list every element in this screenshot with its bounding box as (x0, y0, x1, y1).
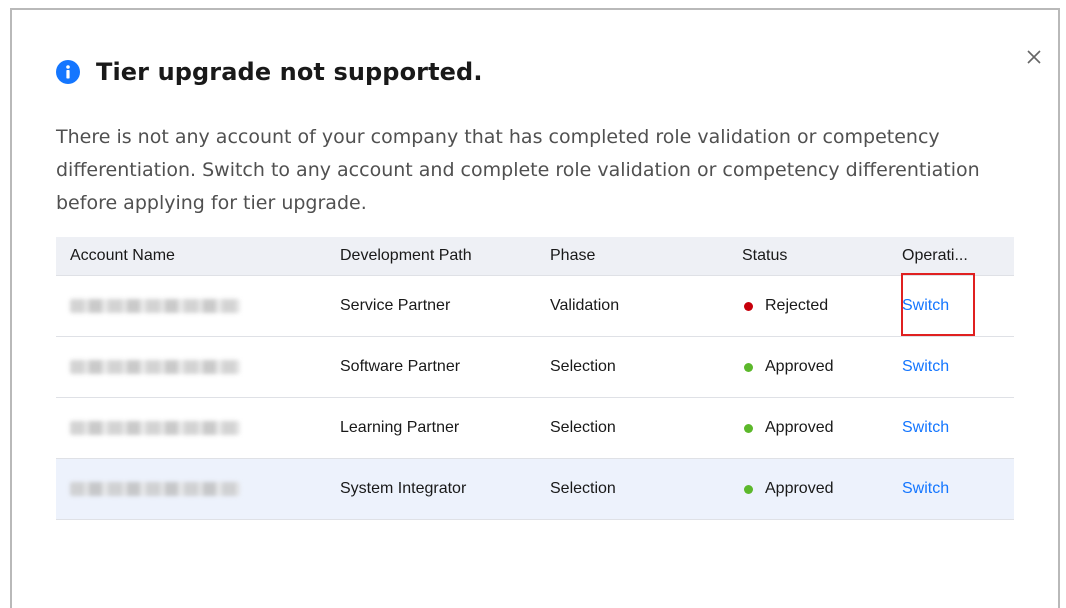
phase-cell: Selection (536, 336, 728, 398)
development-path-cell: Software Partner (326, 336, 536, 398)
account-name-cell (56, 397, 326, 459)
status-cell: Approved (728, 336, 888, 398)
dialog-header: Tier upgrade not supported. (56, 58, 483, 86)
table-header-row: Account Name Development Path Phase Stat… (56, 237, 1014, 276)
status-dot-green (744, 423, 753, 433)
switch-link[interactable]: Switch (902, 480, 949, 497)
account-name-cell (56, 458, 326, 520)
phase-cell: Selection (536, 458, 728, 520)
status-cell: Rejected (728, 275, 888, 337)
redacted-account-name (70, 360, 240, 374)
table-row: System Integrator Selection Approved Swi… (56, 458, 1014, 520)
status-text: Approved (765, 419, 834, 436)
switch-link[interactable]: Switch (902, 358, 949, 375)
status-cell: Approved (728, 458, 888, 520)
info-icon (56, 60, 80, 84)
status-text: Rejected (765, 297, 829, 314)
table-row: Software Partner Selection Approved Swit… (56, 336, 1014, 398)
header-development-path: Development Path (326, 237, 536, 276)
phase-cell: Selection (536, 397, 728, 459)
account-name-cell (56, 336, 326, 398)
status-text: Approved (765, 480, 834, 497)
dialog-title: Tier upgrade not supported. (96, 58, 483, 86)
account-name-cell (56, 275, 326, 337)
development-path-cell: System Integrator (326, 458, 536, 520)
close-button[interactable] (1023, 46, 1045, 68)
operation-cell: Switch (888, 458, 1014, 520)
status-cell: Approved (728, 397, 888, 459)
highlight-annotation-box (901, 273, 975, 336)
development-path-cell: Service Partner (326, 275, 536, 337)
close-icon (1027, 50, 1041, 64)
table-row: Service Partner Validation Rejected Swit… (56, 275, 1014, 337)
accounts-table: Account Name Development Path Phase Stat… (56, 237, 1014, 520)
header-account-name: Account Name (56, 237, 326, 276)
dialog-description: There is not any account of your company… (56, 126, 980, 214)
development-path-cell: Learning Partner (326, 397, 536, 459)
table-row: Learning Partner Selection Approved Swit… (56, 397, 1014, 459)
switch-link[interactable]: Switch (902, 419, 949, 436)
redacted-account-name (70, 482, 240, 496)
header-status: Status (728, 237, 888, 276)
status-dot-green (744, 362, 753, 372)
header-operation: Operati... (888, 237, 1014, 276)
status-text: Approved (765, 358, 834, 375)
redacted-account-name (70, 421, 240, 435)
status-dot-green (744, 484, 753, 494)
status-dot-red (744, 301, 753, 311)
phase-cell: Validation (536, 275, 728, 337)
operation-cell: Switch (888, 397, 1014, 459)
operation-cell: Switch (888, 336, 1014, 398)
redacted-account-name (70, 299, 240, 313)
header-phase: Phase (536, 237, 728, 276)
